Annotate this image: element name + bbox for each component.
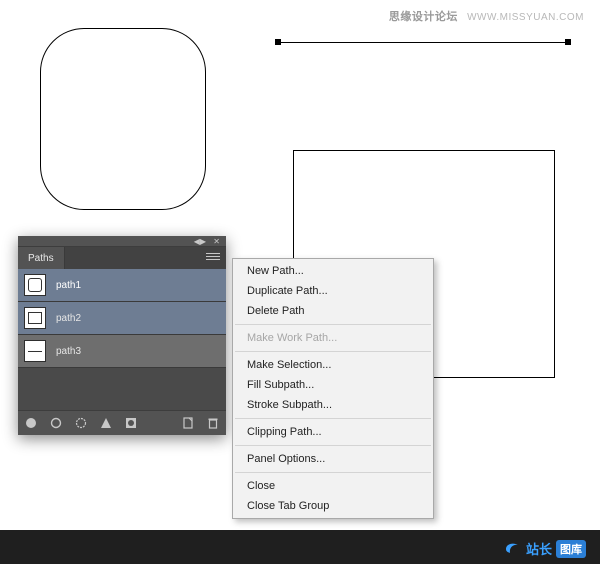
paths-panel: ◀▶ ✕ Paths path1 path2 path3 — [18, 236, 226, 435]
menu-separator — [235, 418, 431, 419]
menu-separator — [235, 472, 431, 473]
path-row-path3[interactable]: path3 — [18, 335, 226, 368]
menu-delete-path[interactable]: Delete Path — [233, 301, 433, 321]
footer-logo-text: 站长 — [526, 539, 552, 558]
path-thumb-line — [24, 340, 46, 362]
panel-menu-icon[interactable] — [206, 253, 220, 263]
panel-context-menu: New Path... Duplicate Path... Delete Pat… — [232, 258, 434, 519]
mask-icon[interactable] — [124, 416, 138, 430]
path-list: path1 path2 path3 — [18, 269, 226, 410]
line-handle-left[interactable] — [275, 39, 281, 45]
path-row-path1[interactable]: path1 — [18, 269, 226, 302]
fill-path-icon[interactable] — [24, 416, 38, 430]
path-row-path2[interactable]: path2 — [18, 302, 226, 335]
menu-separator — [235, 324, 431, 325]
footer-logo-icon — [504, 540, 522, 558]
shape-icon[interactable] — [99, 416, 113, 430]
watermark-cn: 思缘设计论坛 — [389, 11, 458, 23]
menu-clipping-path[interactable]: Clipping Path... — [233, 422, 433, 442]
footer-logo: 站长 图库 — [504, 539, 586, 558]
line-path[interactable] — [278, 42, 568, 43]
selection-from-path-icon[interactable] — [74, 416, 88, 430]
trash-icon[interactable] — [206, 416, 220, 430]
menu-stroke-subpath[interactable]: Stroke Subpath... — [233, 395, 433, 415]
menu-duplicate-path[interactable]: Duplicate Path... — [233, 281, 433, 301]
watermark-top: 思缘设计论坛 WWW.MISSYUAN.COM — [389, 8, 584, 24]
tab-paths[interactable]: Paths — [18, 247, 65, 269]
panel-tab-row: Paths — [18, 247, 226, 269]
menu-separator — [235, 351, 431, 352]
panel-titlebar[interactable]: ◀▶ ✕ — [18, 236, 226, 247]
tab-label: Paths — [28, 253, 54, 264]
menu-new-path[interactable]: New Path... — [233, 261, 433, 281]
stage: 思缘设计论坛 WWW.MISSYUAN.COM ◀▶ ✕ Paths path1 — [0, 0, 600, 564]
menu-fill-subpath[interactable]: Fill Subpath... — [233, 375, 433, 395]
menu-close[interactable]: Close — [233, 476, 433, 496]
path-thumb-rect — [24, 307, 46, 329]
footer-logo-badge: 图库 — [556, 540, 586, 558]
page-footer-bar: 站长 图库 — [0, 530, 600, 564]
menu-close-tab-group[interactable]: Close Tab Group — [233, 496, 433, 516]
menu-make-selection[interactable]: Make Selection... — [233, 355, 433, 375]
menu-make-work-path: Make Work Path... — [233, 328, 433, 348]
path-empty-area[interactable] — [18, 368, 226, 410]
watermark-url: WWW.MISSYUAN.COM — [467, 12, 584, 23]
panel-footer — [18, 410, 226, 435]
rounded-rectangle-path[interactable] — [40, 28, 206, 210]
path-thumb-round — [24, 274, 46, 296]
menu-panel-options[interactable]: Panel Options... — [233, 449, 433, 469]
stroke-path-icon[interactable] — [49, 416, 63, 430]
line-handle-right[interactable] — [565, 39, 571, 45]
collapse-icon[interactable]: ◀▶ — [194, 237, 206, 246]
path-name: path2 — [56, 313, 81, 324]
path-name: path1 — [56, 280, 81, 291]
new-path-icon[interactable] — [181, 416, 195, 430]
close-icon[interactable]: ✕ — [213, 237, 220, 246]
menu-separator — [235, 445, 431, 446]
path-name: path3 — [56, 346, 81, 357]
